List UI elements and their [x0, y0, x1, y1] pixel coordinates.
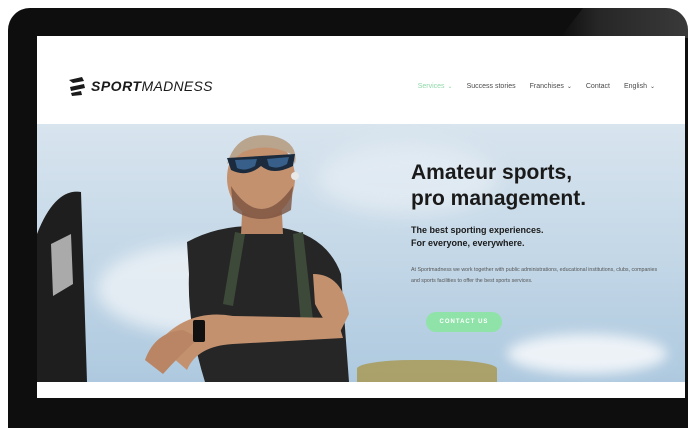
hero-description: At Sportmadness we work together with pu…	[411, 267, 658, 285]
watch-icon	[193, 320, 205, 342]
nav-item-label: Success stories	[466, 83, 516, 90]
hero-title: Amateur sports, pro management.	[411, 160, 671, 212]
logo-sport-text: SPORT	[91, 78, 142, 94]
nav-item-contact[interactable]: Contact	[586, 83, 610, 90]
hero-subtitle-line-2: For everyone, everywhere.	[411, 238, 525, 248]
site-header: SPORT MADNESS Services ⌄ Success stories…	[37, 36, 685, 124]
logo-madness-text: MADNESS	[141, 78, 213, 94]
brand-logo[interactable]: SPORT MADNESS	[67, 76, 213, 96]
main-nav: Services ⌄ Success stories Franchises ⌄ …	[418, 83, 655, 90]
website-screen: SPORT MADNESS Services ⌄ Success stories…	[37, 36, 685, 398]
contact-us-button[interactable]: CONTACT US	[426, 312, 502, 332]
hero-runner-image	[37, 135, 349, 382]
nav-item-label: Franchises	[529, 83, 564, 90]
cloud-decoration	[507, 334, 667, 374]
page-content-strip	[37, 382, 685, 398]
nav-item-language[interactable]: English ⌄	[624, 83, 655, 90]
nav-item-success-stories[interactable]: Success stories	[467, 83, 516, 90]
hero-section: Amateur sports, pro management. The best…	[37, 124, 685, 382]
nav-item-services[interactable]: Services ⌄	[418, 83, 453, 90]
chevron-down-icon: ⌄	[566, 84, 572, 90]
nav-item-franchises[interactable]: Franchises ⌄	[530, 83, 572, 90]
nav-item-label: English	[624, 83, 647, 90]
chevron-down-icon: ⌄	[649, 84, 655, 90]
hero-subtitle-line-1: The best sporting experiences.	[411, 225, 544, 235]
nav-item-label: Services	[417, 83, 445, 90]
logo-mark-icon	[69, 77, 85, 96]
hero-subtitle: The best sporting experiences. For every…	[411, 224, 671, 250]
hero-title-line-1: Amateur sports,	[411, 161, 573, 184]
hero-title-line-2: pro management.	[411, 187, 587, 210]
nav-item-label: Contact	[585, 83, 610, 90]
chevron-down-icon: ⌄	[447, 84, 453, 90]
